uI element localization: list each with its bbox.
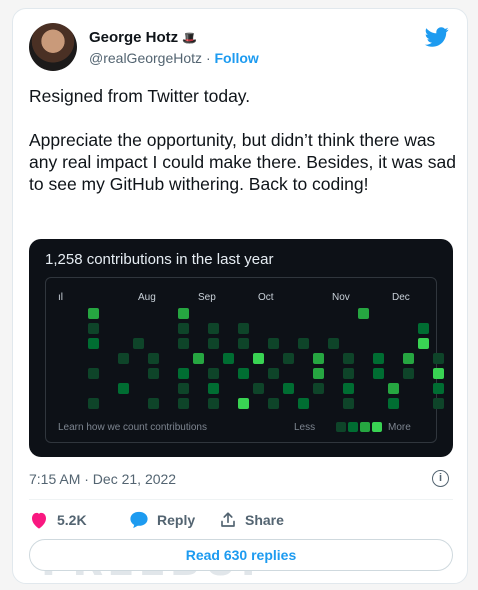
contribution-cell [268, 398, 279, 409]
contribution-cell [313, 383, 324, 394]
avatar[interactable] [29, 23, 77, 71]
contribution-cell [358, 308, 369, 319]
contribution-cell [208, 398, 219, 409]
contribution-cell [283, 353, 294, 364]
contribution-cell [313, 368, 324, 379]
twitter-bird-icon[interactable] [423, 25, 451, 49]
contribution-cell [238, 338, 249, 349]
month-label: ıl [58, 292, 63, 303]
read-replies-button[interactable]: Read 630 replies [29, 539, 453, 571]
contribution-cell [238, 398, 249, 409]
contribution-cell [223, 353, 234, 364]
contribution-cell [388, 383, 399, 394]
legend-cell [348, 422, 358, 432]
info-icon[interactable]: i [432, 470, 449, 487]
contribution-cell [403, 353, 414, 364]
contribution-cell [208, 323, 219, 334]
month-label: Aug [138, 292, 156, 303]
contribution-cell [343, 368, 354, 379]
contributions-graph: ıl Aug Sep Oct Nov Dec Learn how we coun… [45, 277, 444, 443]
contribution-cell [148, 368, 159, 379]
author-name-text[interactable]: George Hotz [89, 29, 178, 46]
legend-cell [336, 422, 346, 432]
tweet-card: George Hotz 🎩 @realGeorgeHotz · Follow Re… [12, 8, 468, 585]
reply-bubble-icon [130, 511, 148, 529]
hat-emoji-icon: 🎩 [182, 31, 198, 45]
contribution-cell [178, 368, 189, 379]
tweet-text: Resigned from Twitter today. Appreciate … [29, 86, 457, 194]
contribution-cell [208, 338, 219, 349]
author-name[interactable]: George Hotz 🎩 [89, 29, 197, 46]
contribution-cell [418, 338, 429, 349]
contribution-cell [328, 338, 339, 349]
month-label: Sep [198, 292, 216, 303]
contribution-cell [208, 383, 219, 394]
contribution-cell [433, 383, 444, 394]
contribution-cell [148, 353, 159, 364]
share-button[interactable]: Share [219, 509, 284, 531]
contribution-cell [178, 323, 189, 334]
contribution-cell [343, 383, 354, 394]
reply-button[interactable]: Reply [129, 509, 195, 531]
contribution-cell [388, 398, 399, 409]
contribution-cell [148, 398, 159, 409]
contribution-cell [283, 383, 294, 394]
like-button[interactable]: 5.2K [29, 509, 87, 531]
contribution-cell [178, 308, 189, 319]
contribution-cell [88, 368, 99, 379]
contribution-cell [433, 398, 444, 409]
contribution-cell [253, 353, 264, 364]
contribution-cell [178, 398, 189, 409]
contribution-cell [118, 353, 129, 364]
legend-more-label: More [388, 422, 411, 433]
contribution-cell [313, 353, 324, 364]
contribution-cell [238, 368, 249, 379]
contribution-cell [253, 383, 264, 394]
contribution-cell [268, 338, 279, 349]
learn-contributions-link[interactable]: Learn how we count contributions [58, 422, 207, 433]
contribution-cell [298, 398, 309, 409]
contribution-cell [418, 323, 429, 334]
contribution-cell [343, 353, 354, 364]
tweet-timestamp[interactable]: 7:15 AM · Dec 21, 2022 [29, 471, 176, 487]
contribution-cell [373, 353, 384, 364]
contribution-cell [373, 368, 384, 379]
contribution-cell [88, 398, 99, 409]
contribution-cell [88, 323, 99, 334]
contribution-cell [88, 338, 99, 349]
separator-dot: · [205, 50, 211, 66]
month-label: Nov [332, 292, 350, 303]
contribution-cell [208, 368, 219, 379]
contribution-cell [238, 323, 249, 334]
like-count: 5.2K [57, 512, 87, 528]
legend-cell [372, 422, 382, 432]
divider [29, 499, 453, 500]
legend-less-label: Less [294, 422, 316, 433]
share-label: Share [245, 512, 284, 528]
author-handle-row: @realGeorgeHotz · Follow [89, 50, 259, 66]
contribution-cell [403, 368, 414, 379]
contribution-cell [118, 383, 129, 394]
contribution-cell [268, 368, 279, 379]
share-icon [221, 512, 235, 527]
month-label: Dec [392, 292, 410, 303]
contribution-cell [193, 353, 204, 364]
contribution-cell [433, 353, 444, 364]
heart-icon [31, 512, 47, 529]
contribution-cell [88, 308, 99, 319]
github-contributions-image[interactable]: 1,258 contributions in the last year ıl … [29, 239, 453, 457]
follow-button[interactable]: Follow [215, 50, 259, 66]
contributions-title: 1,258 contributions in the last year [45, 251, 274, 268]
month-label: Oct [258, 292, 274, 303]
legend-cell [360, 422, 370, 432]
contribution-cell [178, 338, 189, 349]
author-handle[interactable]: @realGeorgeHotz [89, 50, 202, 66]
contribution-cell [433, 368, 444, 379]
contribution-cell [178, 383, 189, 394]
contribution-cell [133, 338, 144, 349]
contribution-cell [343, 398, 354, 409]
contribution-cell [298, 338, 309, 349]
reply-label: Reply [157, 512, 196, 528]
